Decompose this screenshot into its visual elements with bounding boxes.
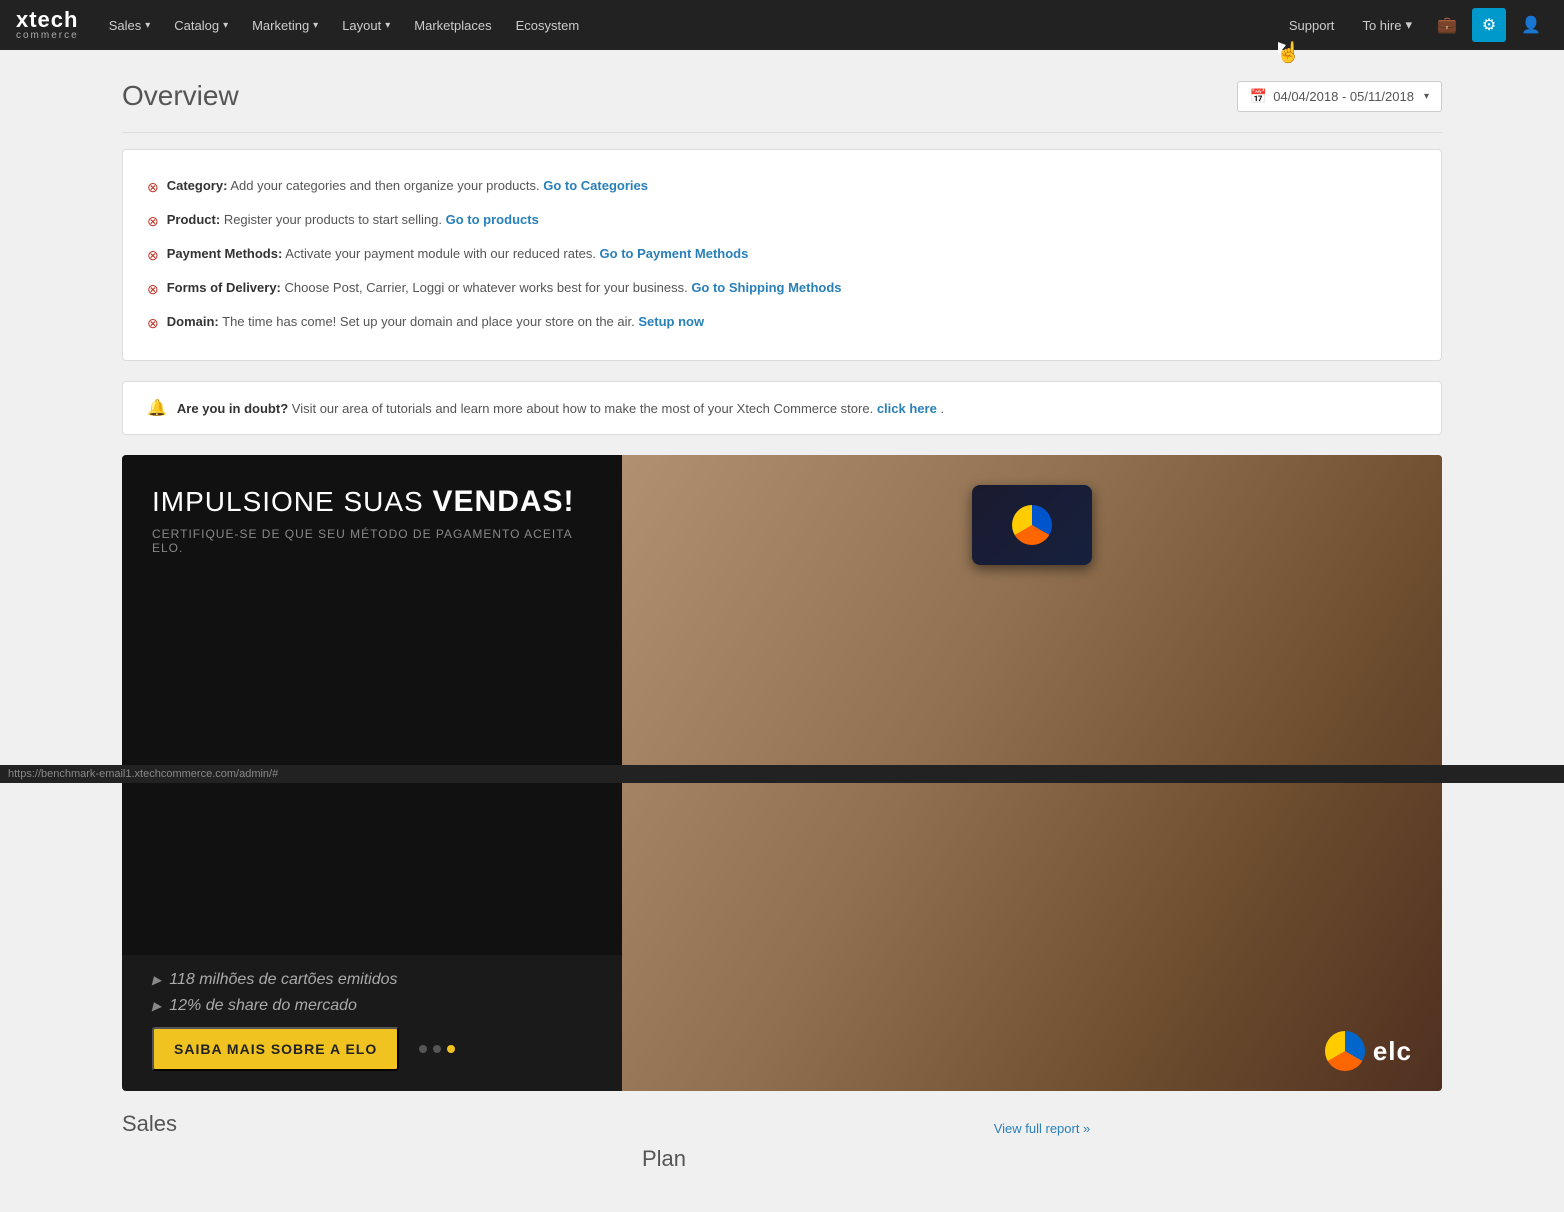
banner-stat-2: 12% de share do mercado	[152, 997, 592, 1015]
banner-cta-button[interactable]: SAIBA MAIS SOBRE A ELO	[152, 1027, 399, 1071]
notice-text-product: Register your products to start selling.	[224, 212, 446, 227]
notice-label-product: Product:	[167, 212, 220, 227]
nav-right: Support To hire ▾ 💼 ⚙ 👤	[1279, 8, 1548, 42]
banner-subtitle: CERTIFIQUE-SE DE QUE SEU MÉTODO DE PAGAM…	[152, 527, 592, 555]
warning-icon-domain: ⊗	[147, 313, 159, 334]
elo-circle-icon	[1325, 1031, 1365, 1071]
notice-row-product: ⊗ Product: Register your products to sta…	[147, 204, 1417, 238]
status-bar: https://benchmark-email1.xtechcommerce.c…	[0, 765, 1564, 783]
notice-row-category: ⊗ Category: Add your categories and then…	[147, 170, 1417, 204]
bell-icon: 🔔	[147, 398, 167, 418]
status-url: https://benchmark-email1.xtechcommerce.c…	[8, 768, 278, 780]
warning-icon-delivery: ⊗	[147, 279, 159, 300]
gear-icon: ⚙	[1482, 15, 1496, 35]
notice-action-product[interactable]: Go to products	[446, 212, 539, 227]
notice-label-delivery: Forms of Delivery:	[167, 280, 281, 295]
elo-logo: elc	[1325, 1031, 1412, 1071]
nav-item-layout[interactable]: Layout ▾	[332, 12, 400, 39]
top-navbar: xtech commerce Sales ▾ Catalog ▾ Marketi…	[0, 0, 1564, 50]
date-range-value: 04/04/2018 - 05/11/2018	[1273, 89, 1414, 104]
view-full-report-link[interactable]: View full report »	[642, 1111, 1442, 1146]
dot-1	[419, 1045, 427, 1053]
notice-action-payment[interactable]: Go to Payment Methods	[600, 246, 749, 261]
notice-row-payment: ⊗ Payment Methods: Activate your payment…	[147, 238, 1417, 272]
to-hire-caret: ▾	[1405, 17, 1412, 33]
notices-card: ⊗ Category: Add your categories and then…	[122, 149, 1442, 361]
date-range-caret: ▾	[1424, 91, 1429, 102]
notice-row-delivery: ⊗ Forms of Delivery: Choose Post, Carrie…	[147, 272, 1417, 306]
notice-label-domain: Domain:	[167, 314, 219, 329]
notice-text-category: Add your categories and then organize yo…	[230, 178, 543, 193]
nav-item-marketing[interactable]: Marketing ▾	[242, 12, 328, 39]
calendar-icon: 📅	[1250, 88, 1267, 105]
banner-dots	[419, 1045, 455, 1053]
brand-logo[interactable]: xtech commerce	[16, 9, 79, 41]
briefcase-icon: 💼	[1437, 15, 1457, 35]
nav-item-ecosystem[interactable]: Ecosystem	[506, 12, 590, 39]
notice-row-domain: ⊗ Domain: The time has come! Set up your…	[147, 306, 1417, 340]
nav-to-hire[interactable]: To hire ▾	[1352, 11, 1422, 39]
sales-caret: ▾	[145, 20, 150, 31]
banner-cta-row: SAIBA MAIS SOBRE A ELO	[152, 1027, 592, 1071]
plan-section: View full report » Plan	[642, 1111, 1442, 1182]
dot-2	[433, 1045, 441, 1053]
nav-support[interactable]: Support	[1279, 12, 1345, 39]
notice-label-payment: Payment Methods:	[167, 246, 283, 261]
nav-item-sales[interactable]: Sales ▾	[99, 12, 161, 39]
catalog-caret: ▾	[223, 20, 228, 31]
nav-item-marketplaces[interactable]: Marketplaces	[404, 12, 501, 39]
notice-text-payment: Activate your payment module with our re…	[285, 246, 599, 261]
credit-card-visual	[972, 485, 1092, 565]
info-text: Visit our area of tutorials and learn mo…	[292, 401, 877, 416]
page-title: Overview	[122, 80, 239, 112]
notice-text-domain: The time has come! Set up your domain an…	[222, 314, 638, 329]
elo-text: elc	[1373, 1036, 1412, 1067]
user-icon-btn[interactable]: 👤	[1514, 8, 1548, 42]
notice-action-category[interactable]: Go to Categories	[543, 178, 648, 193]
banner-left-bottom: 118 milhões de cartões emitidos 12% de s…	[122, 955, 622, 1091]
info-strong-text: Are you in doubt?	[177, 401, 288, 416]
info-action-link[interactable]: click here	[877, 401, 937, 416]
warning-icon-payment: ⊗	[147, 245, 159, 266]
info-card: 🔔 Are you in doubt? Visit our area of tu…	[122, 381, 1442, 435]
dot-3	[447, 1045, 455, 1053]
date-range-button[interactable]: 📅 04/04/2018 - 05/11/2018 ▾	[1237, 81, 1442, 112]
warning-icon-product: ⊗	[147, 211, 159, 232]
notice-label-category: Category:	[167, 178, 228, 193]
warning-icon-category: ⊗	[147, 177, 159, 198]
banner-stat-1: 118 milhões de cartões emitidos	[152, 971, 592, 989]
briefcase-icon-btn[interactable]: 💼	[1430, 8, 1464, 42]
page-header: Overview 📅 04/04/2018 - 05/11/2018 ▾	[122, 80, 1442, 112]
user-icon: 👤	[1521, 15, 1541, 35]
sales-section: Sales	[122, 1111, 622, 1182]
marketing-caret: ▾	[313, 20, 318, 31]
notice-action-delivery[interactable]: Go to Shipping Methods	[691, 280, 841, 295]
bottom-section: Sales View full report » Plan	[122, 1111, 1442, 1182]
nav-menu: Sales ▾ Catalog ▾ Marketing ▾ Layout ▾ M…	[99, 12, 1279, 39]
settings-icon-btn[interactable]: ⚙	[1472, 8, 1506, 42]
notice-action-domain[interactable]: Setup now	[638, 314, 704, 329]
banner-headline: IMPULSIONE SUAS VENDAS!	[152, 485, 592, 519]
brand-name: xtech commerce	[16, 9, 79, 41]
layout-caret: ▾	[385, 20, 390, 31]
banner-left-top: IMPULSIONE SUAS VENDAS! CERTIFIQUE-SE DE…	[122, 455, 622, 955]
main-content: Overview 📅 04/04/2018 - 05/11/2018 ▾ ⊗ C…	[82, 50, 1482, 1212]
plan-title: Plan	[642, 1146, 1442, 1172]
notice-text-delivery: Choose Post, Carrier, Loggi or whatever …	[285, 280, 692, 295]
elo-card-icon	[1012, 505, 1052, 545]
sales-title: Sales	[122, 1111, 622, 1137]
nav-item-catalog[interactable]: Catalog ▾	[164, 12, 238, 39]
